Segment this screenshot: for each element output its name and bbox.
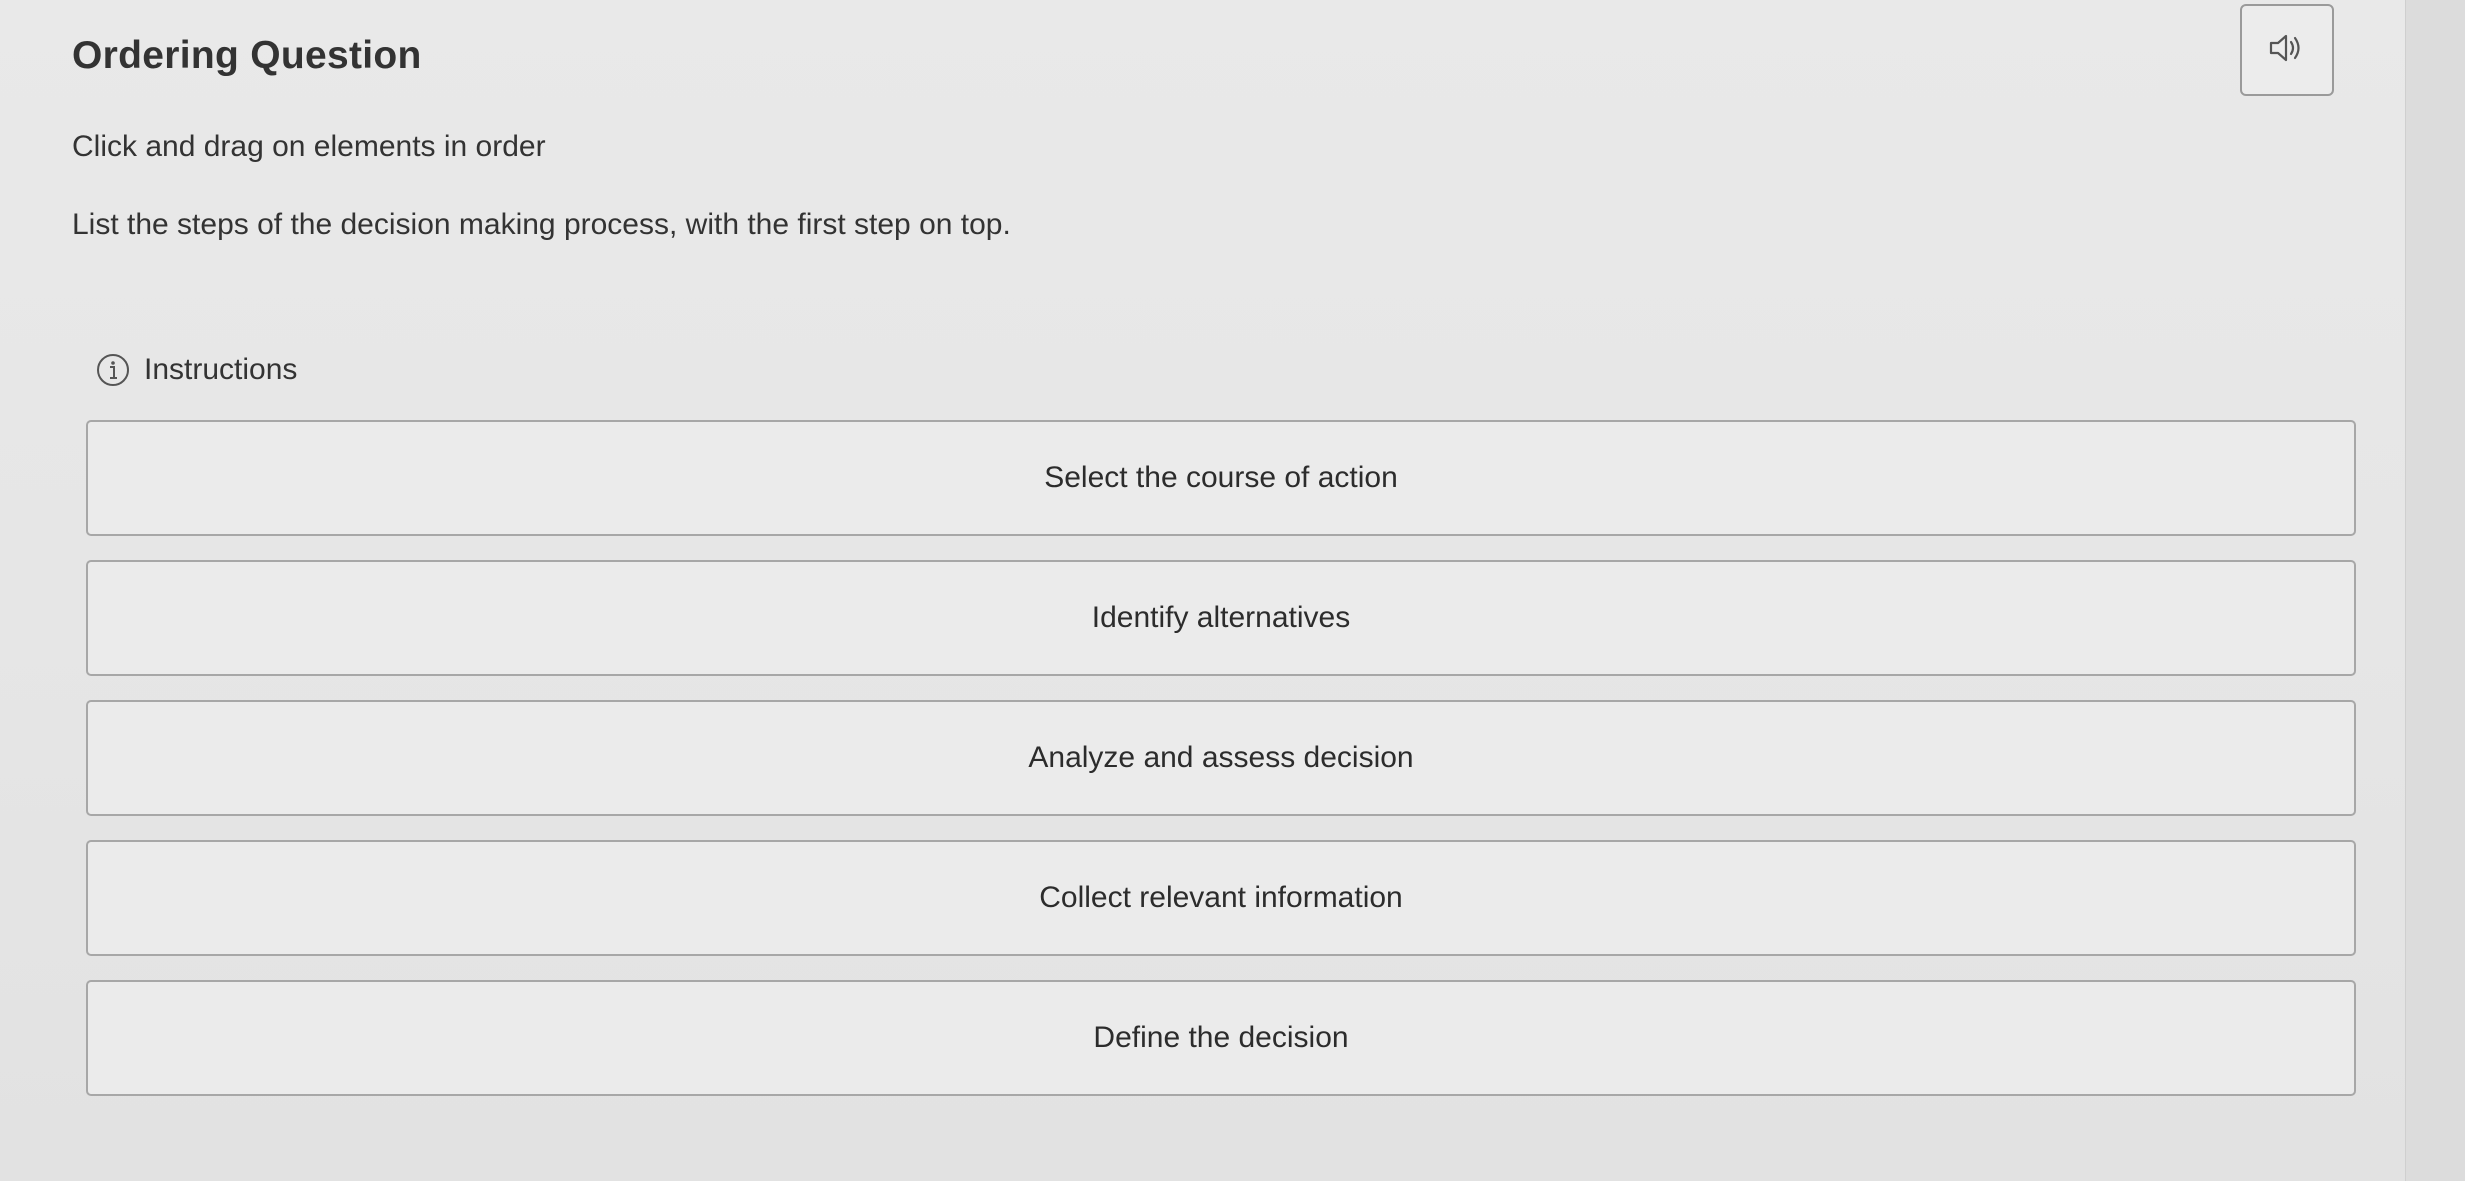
info-icon — [96, 353, 130, 387]
instructions-toggle[interactable]: Instructions — [96, 353, 297, 387]
ordering-item-label: Collect relevant information — [1039, 881, 1403, 914]
ordering-item[interactable]: Identify alternatives — [86, 560, 2356, 676]
ordering-item[interactable]: Select the course of action — [86, 420, 2356, 536]
ordering-item[interactable]: Collect relevant information — [86, 840, 2356, 956]
ordering-item-label: Identify alternatives — [1091, 601, 1351, 634]
audio-button[interactable] — [2240, 4, 2334, 96]
question-text: List the steps of the decision making pr… — [72, 208, 1011, 241]
speaker-icon — [2267, 31, 2307, 70]
ordering-item[interactable]: Analyze and assess decision — [86, 700, 2356, 816]
instructions-label: Instructions — [144, 353, 298, 386]
question-prompt: Click and drag on elements in order — [72, 130, 546, 163]
ordering-item-label: Define the decision — [1093, 1021, 1349, 1054]
page-title: Ordering Question — [72, 34, 422, 77]
ordering-item-label: Select the course of action — [1044, 461, 1398, 494]
ordering-item[interactable]: Define the decision — [86, 980, 2356, 1096]
question-panel: Ordering Question Click and drag on elem… — [0, 0, 2406, 1181]
ordering-list: Select the course of action Identify alt… — [86, 420, 2356, 1120]
ordering-item-label: Analyze and assess decision — [1028, 741, 1414, 774]
